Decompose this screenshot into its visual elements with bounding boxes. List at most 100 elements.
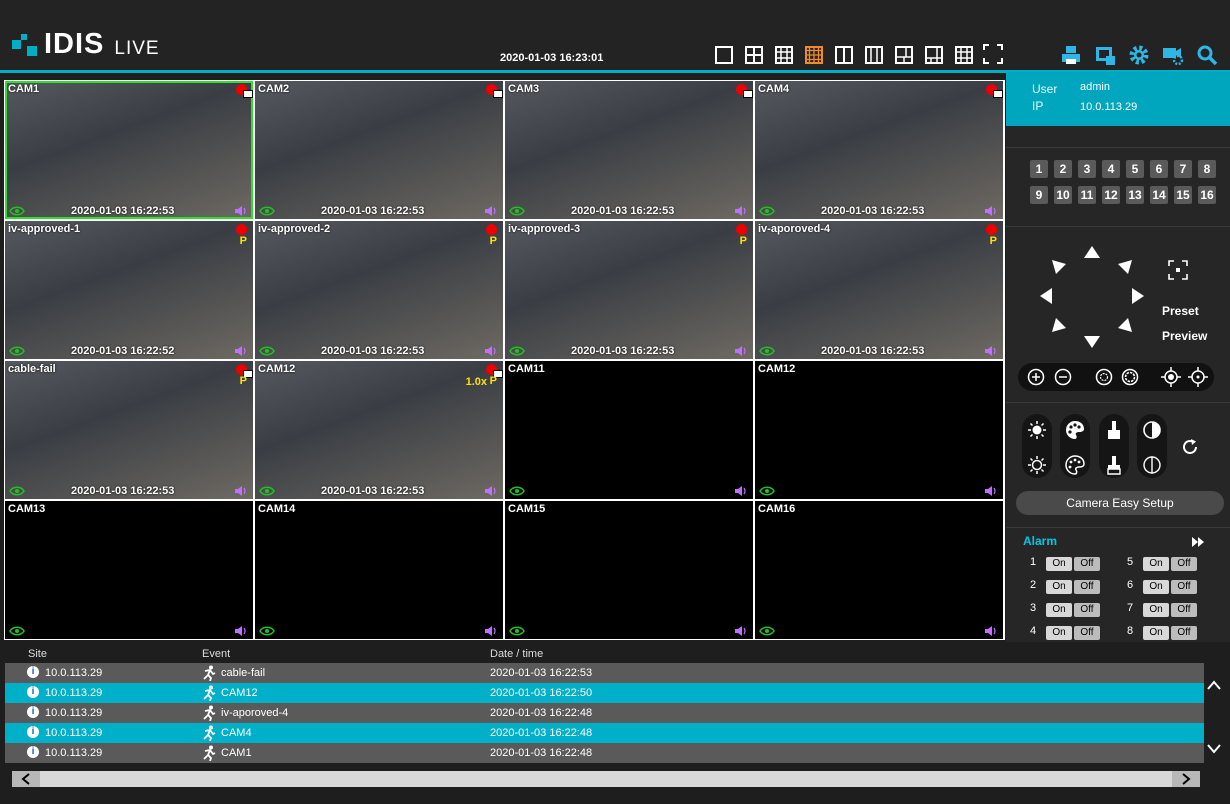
zoom-in-icon[interactable] [1027,368,1045,386]
audio-speaker-icon[interactable] [734,485,748,497]
camera-tile[interactable]: CAM1 2020-01-03 16:22:53 [5,81,253,219]
focus-near-icon[interactable] [1161,367,1181,387]
audio-speaker-icon[interactable] [234,485,248,497]
layout-1x1-icon[interactable] [715,46,733,64]
sharpness-up-icon[interactable] [1104,420,1124,440]
alarm-on-button[interactable]: On [1143,626,1169,640]
layout-4x4-icon[interactable] [805,46,823,64]
ptz-center-icon[interactable] [1168,260,1188,280]
layout-1x3-icon[interactable] [865,46,883,64]
snapshot-icon[interactable] [1094,44,1116,66]
alarm-off-button[interactable]: Off [1074,626,1100,640]
alarm-off-button[interactable]: Off [1171,580,1197,594]
audio-speaker-icon[interactable] [984,485,998,497]
camera-tile[interactable]: CAM14 [255,501,503,639]
color-down-icon[interactable] [1065,455,1085,475]
camera-tile[interactable]: CAM3 2020-01-03 16:22:53 [505,81,753,219]
audio-speaker-icon[interactable] [484,625,498,637]
camera-tile[interactable]: iv-aporoved-4 2020-01-03 16:22:53 P [755,221,1003,359]
camera-settings-icon[interactable] [1162,44,1184,66]
event-row[interactable]: i 10.0.113.29 CAM4 2020-01-03 16:22:48 [5,723,1204,743]
camera-tile[interactable]: iv-approved-2 2020-01-03 16:22:53 P [255,221,503,359]
scroll-up-icon[interactable] [1206,679,1222,691]
alarm-off-button[interactable]: Off [1171,557,1197,571]
channel-button[interactable]: 12 [1102,186,1120,204]
channel-button[interactable]: 2 [1054,160,1072,178]
alarm-off-button[interactable]: Off [1074,603,1100,617]
alarm-on-button[interactable]: On [1143,557,1169,571]
channel-button[interactable]: 15 [1174,186,1192,204]
scroll-down-icon[interactable] [1206,743,1222,755]
audio-speaker-icon[interactable] [984,205,998,217]
camera-tile[interactable]: CAM11 [505,361,753,499]
iris-open-icon[interactable] [1095,368,1113,386]
audio-speaker-icon[interactable] [234,625,248,637]
scroll-right-icon[interactable] [1172,771,1200,787]
preview-button[interactable]: Preview [1162,329,1207,343]
audio-speaker-icon[interactable] [234,345,248,357]
channel-button[interactable]: 6 [1150,160,1168,178]
fullscreen-icon[interactable] [983,44,1003,64]
channel-button[interactable]: 14 [1150,186,1168,204]
col-site-header[interactable]: Site [28,648,47,660]
channel-button[interactable]: 7 [1174,160,1192,178]
audio-speaker-icon[interactable] [234,205,248,217]
channel-button[interactable]: 9 [1030,186,1048,204]
brightness-down-icon[interactable] [1027,455,1047,475]
event-row[interactable]: i 10.0.113.29 iv-aporoved-4 2020-01-03 16:2… [5,703,1204,723]
layout-1plus3-icon[interactable] [895,46,913,64]
layout-3x3-icon[interactable] [775,46,793,64]
event-row[interactable]: i 10.0.113.29 cable-fail 2020-01-03 16:22:5… [5,663,1204,683]
camera-tile[interactable]: CAM13 [5,501,253,639]
alarm-on-button[interactable]: On [1046,603,1072,617]
col-datetime-header[interactable]: Date / time [490,648,543,660]
audio-speaker-icon[interactable] [484,485,498,497]
refresh-icon[interactable] [1181,438,1199,456]
zoom-out-icon[interactable] [1054,368,1072,386]
color-up-icon[interactable] [1065,420,1085,440]
ptz-arrows-icon[interactable] [1030,242,1160,350]
camera-tile[interactable]: iv-approved-1 2020-01-03 16:22:52 P [5,221,253,359]
camera-tile[interactable]: CAM16 [755,501,1003,639]
print-icon[interactable] [1060,44,1082,66]
alarm-on-button[interactable]: On [1046,580,1072,594]
scroll-left-icon[interactable] [12,771,40,787]
contrast-up-icon[interactable] [1142,420,1162,440]
camera-tile[interactable]: iv-approved-3 2020-01-03 16:22:53 P [505,221,753,359]
channel-button[interactable]: 11 [1078,186,1096,204]
camera-tile[interactable]: CAM12 2020-01-03 16:22:53 P 1.0x [255,361,503,499]
event-row[interactable]: i 10.0.113.29 CAM1 2020-01-03 16:22:48 [5,743,1204,763]
camera-tile[interactable]: CAM15 [505,501,753,639]
event-row[interactable]: i 10.0.113.29 CAM12 2020-01-03 16:22:50 [5,683,1204,703]
col-event-header[interactable]: Event [202,648,230,660]
channel-button[interactable]: 4 [1102,160,1120,178]
alarm-off-button[interactable]: Off [1171,603,1197,617]
audio-speaker-icon[interactable] [484,345,498,357]
layout-1x2-icon[interactable] [835,46,853,64]
settings-gear-icon[interactable] [1128,44,1150,66]
alarm-on-button[interactable]: On [1046,557,1072,571]
search-icon[interactable] [1196,44,1218,66]
channel-button[interactable]: 8 [1198,160,1216,178]
camera-tile[interactable]: CAM4 2020-01-03 16:22:53 [755,81,1003,219]
channel-button[interactable]: 10 [1054,186,1072,204]
channel-button[interactable]: 3 [1078,160,1096,178]
camera-tile[interactable]: CAM2 2020-01-03 16:22:53 [255,81,503,219]
camera-tile[interactable]: CAM12 [755,361,1003,499]
audio-speaker-icon[interactable] [734,625,748,637]
brightness-up-icon[interactable] [1027,420,1047,440]
horizontal-scrollbar[interactable] [12,771,1200,787]
alarm-off-button[interactable]: Off [1074,580,1100,594]
audio-speaker-icon[interactable] [984,625,998,637]
audio-speaker-icon[interactable] [984,345,998,357]
contrast-down-icon[interactable] [1142,455,1162,475]
channel-button[interactable]: 13 [1126,186,1144,204]
alarm-expand-icon[interactable] [1192,537,1204,547]
alarm-on-button[interactable]: On [1046,626,1072,640]
alarm-on-button[interactable]: On [1143,603,1169,617]
audio-speaker-icon[interactable] [734,345,748,357]
layout-1plus5-icon[interactable] [925,46,943,64]
audio-speaker-icon[interactable] [484,205,498,217]
audio-speaker-icon[interactable] [734,205,748,217]
channel-button[interactable]: 1 [1030,160,1048,178]
